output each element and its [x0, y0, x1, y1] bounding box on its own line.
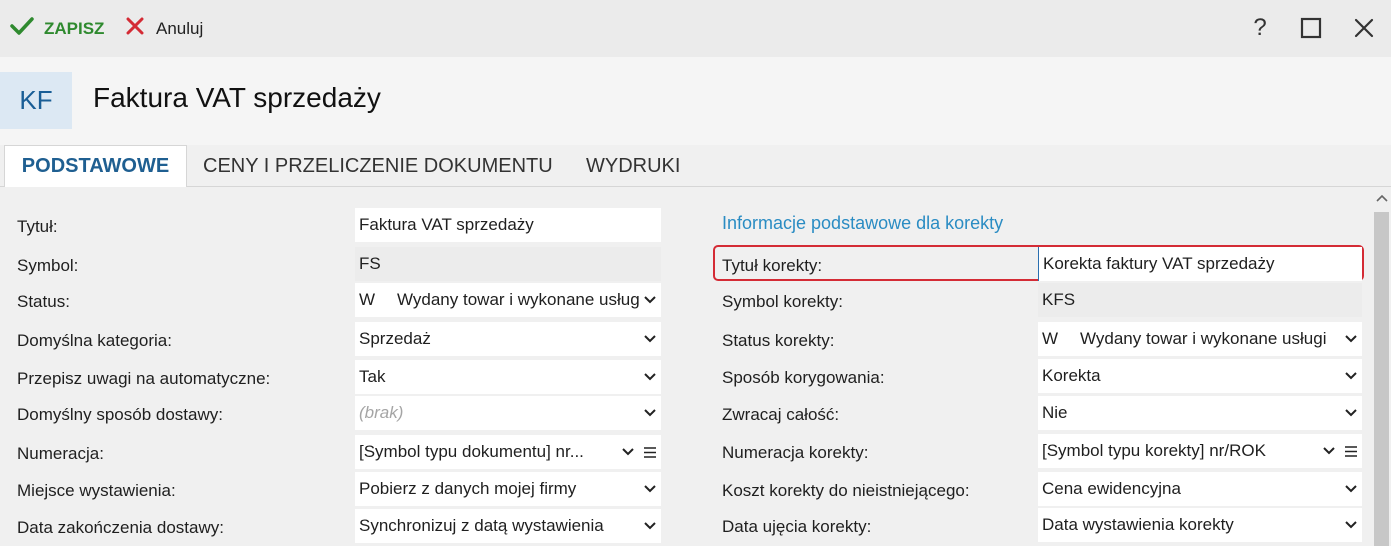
return-whole-select[interactable]: Nie: [1038, 396, 1362, 430]
title-value: Faktura VAT sprzedaży: [359, 215, 534, 234]
correction-date-label: Data ujęcia korekty:: [722, 517, 872, 536]
title-label: Tytuł:: [17, 217, 58, 236]
correction-numbering-select[interactable]: [Symbol typu korekty] nr/ROK: [1038, 434, 1362, 468]
page-title: Faktura VAT sprzedaży: [93, 82, 381, 113]
status-select[interactable]: W Wydany towar i wykonane usługi: [355, 283, 661, 317]
checkmark-icon: [10, 16, 34, 41]
correction-status-select[interactable]: W Wydany towar i wykonane usługi: [1038, 322, 1362, 356]
correction-section-title: Informacje podstawowe dla korekty: [722, 213, 1004, 233]
delivery-end-date-select[interactable]: Synchronizuj z datą wystawienia: [355, 509, 661, 543]
form-content: Tytuł: Faktura VAT sprzedaży Symbol: FS …: [0, 187, 1372, 546]
copy-notes-value: Tak: [359, 367, 386, 386]
toolbar: ZAPISZ Anuluj ?: [0, 0, 1391, 57]
chevron-down-icon: [1340, 409, 1362, 417]
nonexistent-cost-value: Cena ewidencyjna: [1042, 479, 1181, 498]
maximize-button[interactable]: [1297, 14, 1325, 42]
help-icon: ?: [1253, 14, 1267, 41]
status-code: W: [359, 290, 376, 309]
chevron-down-icon: [1340, 372, 1362, 380]
default-category-value: Sprzedaż: [359, 329, 431, 348]
chevron-down-icon: [1340, 335, 1362, 343]
chevron-down-icon: [639, 485, 661, 493]
menu-icon[interactable]: [1340, 445, 1362, 457]
copy-notes-label: Przepisz uwagi na automatyczne:: [17, 369, 271, 388]
cancel-label: Anuluj: [156, 18, 204, 38]
nonexistent-cost-select[interactable]: Cena ewidencyjna: [1038, 472, 1362, 506]
chevron-down-icon: [639, 522, 661, 530]
numbering-value: [Symbol typu dokumentu] nr...: [359, 442, 584, 461]
tab-wydruki[interactable]: WYDRUKI: [586, 145, 680, 187]
correction-status-code: W: [1042, 329, 1059, 348]
issue-place-value: Pobierz z danych mojej firmy: [359, 479, 577, 498]
cancel-button[interactable]: Anuluj: [125, 0, 203, 57]
maximize-icon: [1300, 17, 1322, 39]
correction-symbol-field: KFS: [1038, 283, 1362, 317]
correction-date-value: Data wystawienia korekty: [1042, 515, 1234, 534]
chevron-down-icon: [1340, 485, 1362, 493]
chevron-up-icon: [1375, 194, 1388, 202]
correction-numbering-value: [Symbol typu korekty] nr/ROK: [1042, 441, 1266, 460]
chevron-down-icon: [639, 409, 661, 417]
menu-icon[interactable]: [639, 446, 661, 458]
tab-bar: PODSTAWOWE CENY I PRZELICZENIE DOKUMENTU…: [0, 145, 1391, 188]
numbering-select[interactable]: [Symbol typu dokumentu] nr...: [355, 435, 661, 469]
return-whole-label: Zwracaj całość:: [722, 405, 840, 424]
tab-ceny-i-przeliczenie[interactable]: CENY I PRZELICZENIE DOKUMENTU: [203, 145, 553, 187]
correction-date-select[interactable]: Data wystawienia korekty: [1038, 508, 1362, 542]
correction-title-label: Tytuł korekty:: [722, 256, 823, 275]
copy-notes-select[interactable]: Tak: [355, 360, 661, 394]
correction-numbering-label: Numeracja korekty:: [722, 443, 869, 462]
chevron-down-icon: [617, 448, 639, 456]
correction-method-label: Sposób korygowania:: [722, 368, 885, 387]
delivery-end-date-label: Data zakończenia dostawy:: [17, 518, 224, 537]
chevron-down-icon: [639, 335, 661, 343]
correction-method-select[interactable]: Korekta: [1038, 359, 1362, 393]
status-label: Status:: [17, 292, 70, 311]
correction-title-input[interactable]: Korekta faktury VAT sprzedaży: [1038, 247, 1362, 281]
scrollbar-thumb[interactable]: [1374, 212, 1389, 546]
scroll-up-button[interactable]: [1372, 190, 1391, 206]
numbering-label: Numeracja:: [17, 444, 104, 463]
document-type-badge: KF: [0, 72, 72, 129]
chevron-down-icon: [639, 296, 661, 304]
close-icon: [1354, 18, 1374, 38]
correction-symbol-label: Symbol korekty:: [722, 292, 843, 311]
correction-status-label: Status korekty:: [722, 331, 835, 350]
chevron-down-icon: [1318, 447, 1340, 455]
symbol-label: Symbol:: [17, 256, 79, 275]
delivery-method-placeholder: (brak): [359, 403, 404, 422]
save-button[interactable]: ZAPISZ: [10, 0, 104, 57]
close-x-icon: [125, 16, 145, 41]
delivery-method-select[interactable]: (brak): [355, 396, 661, 430]
default-category-select[interactable]: Sprzedaż: [355, 322, 661, 356]
correction-symbol-value: KFS: [1042, 290, 1076, 309]
delivery-method-label: Domyślny sposób dostawy:: [17, 405, 223, 424]
correction-title-value: Korekta faktury VAT sprzedaży: [1043, 254, 1275, 273]
symbol-field: FS: [355, 247, 661, 281]
title-input[interactable]: Faktura VAT sprzedaży: [355, 208, 661, 242]
issue-place-label: Miejsce wystawienia:: [17, 481, 176, 500]
return-whole-value: Nie: [1042, 403, 1068, 422]
default-category-label: Domyślna kategoria:: [17, 331, 172, 350]
symbol-value: FS: [359, 254, 381, 273]
chevron-down-icon: [639, 373, 661, 381]
chevron-down-icon: [1340, 521, 1362, 529]
nonexistent-cost-label: Koszt korekty do nieistniejącego:: [722, 481, 970, 500]
correction-status-value: Wydany towar i wykonane usługi: [1080, 329, 1327, 348]
tab-podstawowe[interactable]: PODSTAWOWE: [4, 145, 187, 188]
document-header: KF Faktura VAT sprzedaży: [0, 57, 1391, 145]
save-label: ZAPISZ: [44, 18, 105, 38]
help-button[interactable]: ?: [1246, 14, 1274, 42]
close-window-button[interactable]: [1350, 14, 1378, 42]
vertical-scrollbar[interactable]: [1372, 187, 1391, 546]
issue-place-select[interactable]: Pobierz z danych mojej firmy: [355, 472, 661, 506]
correction-method-value: Korekta: [1042, 366, 1101, 385]
delivery-end-date-value: Synchronizuj z datą wystawienia: [359, 516, 604, 535]
status-value: Wydany towar i wykonane usługi: [397, 290, 639, 309]
